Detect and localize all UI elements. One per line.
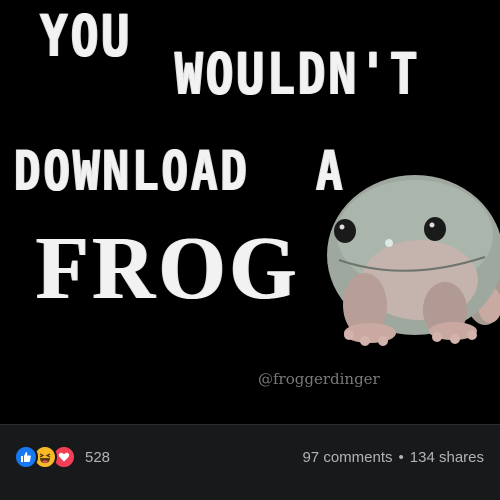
reaction-count: 528 [85, 448, 111, 466]
frog-image [327, 175, 500, 346]
meme-line-wouldnt: WOULDN'T [175, 40, 421, 108]
separator-dot: • [398, 449, 404, 466]
watermark-text: @froggerdinger [258, 370, 380, 388]
meme-line-you: YOU [40, 2, 133, 70]
engagement-stats: 97 comments • 134 shares [302, 449, 484, 466]
shares-link[interactable]: 134 shares [410, 449, 484, 466]
post-image[interactable]: YOU WOULDN'T DOWNLOAD A FROG @froggerdin… [0, 0, 500, 424]
meme-line-download: DOWNLOAD [14, 140, 250, 204]
post-footer: 528 97 comments • 134 shares [0, 424, 500, 500]
reactions-summary[interactable]: 528 [14, 445, 110, 469]
meme-line-frog: FROG [36, 217, 301, 318]
like-icon [14, 445, 38, 469]
comments-link[interactable]: 97 comments [302, 449, 392, 466]
